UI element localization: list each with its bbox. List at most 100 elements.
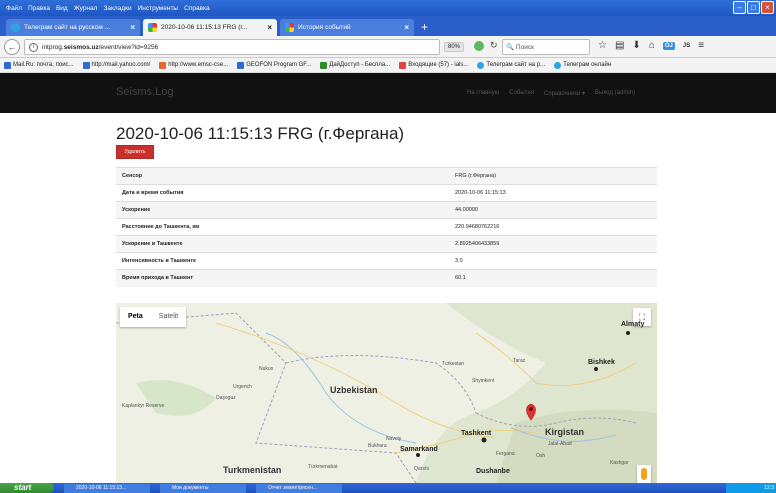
bookmark-gmail[interactable]: Входящие (57) - ials... (399, 61, 469, 69)
bookmark-label: http://www.emsc-cse... (168, 62, 229, 68)
event-map[interactable]: Peta Satelit ⛶ Uzbekistan Turkmenistan K… (116, 303, 657, 483)
telegram-icon (554, 61, 562, 69)
map-type-map[interactable]: Peta (120, 307, 151, 327)
back-button[interactable]: ← (4, 39, 20, 55)
extension-oj-icon[interactable]: OJ (662, 41, 675, 50)
star-icon[interactable]: ☆ (598, 40, 607, 51)
home-icon[interactable]: ⌂ (649, 40, 655, 51)
map-type-satellite[interactable]: Satelit (151, 307, 186, 327)
tab-close-icon[interactable]: × (130, 23, 135, 32)
table-row: Расстояние до Ташкента, км 220.9468076221… (116, 218, 657, 236)
tab-history[interactable]: История событий × (280, 19, 414, 36)
clock: 12:3 (764, 485, 774, 491)
menu-bookmarks[interactable]: Закладки (103, 5, 131, 12)
bookmark-telegram-online[interactable]: Телеграм онлайн (554, 61, 612, 69)
row-value: 2020-10-06 11:15:13 (449, 184, 657, 202)
menu-history[interactable]: Журнал (74, 5, 98, 12)
site-brand[interactable]: Seisms.Log (116, 86, 173, 98)
menu-tools[interactable]: Инструменты (138, 5, 179, 12)
taskbar-item-report[interactable]: Отчет землетрясен... (256, 483, 342, 493)
telegram-icon (11, 23, 20, 32)
bookmark-telegram-site[interactable]: Телеграм сайт на р... (477, 61, 545, 69)
close-window-icon[interactable]: × (761, 1, 774, 14)
nav-events[interactable]: События (509, 90, 534, 97)
start-button[interactable]: start (0, 483, 54, 493)
search-input[interactable]: 🔍 Поиск (502, 39, 590, 55)
row-value: 2.8925406433859 (449, 235, 657, 253)
tab-telegram[interactable]: Телеграм сайт на русском ... × (6, 19, 140, 36)
mail-icon (82, 61, 90, 69)
row-key: Время прихода в Ташкент (116, 269, 449, 287)
row-value: 60.1 (449, 269, 657, 287)
extension-js-icon[interactable]: JS (683, 43, 690, 49)
map-label-tashkent: Tashkent (461, 430, 492, 437)
menu-edit[interactable]: Правка (28, 5, 50, 12)
bookmark-daydostup[interactable]: ДайДоступ - Беспла... (320, 61, 391, 69)
bookmark-mailru[interactable]: Mail.Ru: почта, поис... (4, 61, 74, 69)
bookmark-label: Входящие (57) - ials... (408, 62, 469, 68)
menu-help[interactable]: Справка (184, 5, 210, 12)
delete-button[interactable]: Удалить (116, 145, 154, 159)
row-value: FRG (г.Фергана) (449, 167, 657, 185)
map-label-turkestan: Turkestan (442, 361, 465, 367)
table-row: Ускорение 44.00000 (116, 201, 657, 219)
map-label-dushanbe: Dushanbe (476, 468, 510, 475)
nav-references[interactable]: Справочники ▾ (544, 90, 585, 97)
nav-logout[interactable]: Выход (admin) (595, 90, 635, 97)
row-key: Ускорение (116, 201, 449, 219)
tab-event[interactable]: 2020-10-06 11:15:13 FRG (г... × (143, 19, 277, 36)
tab-label: Телеграм сайт на русском ... (24, 24, 111, 31)
map-label-dasoguz: Daşoguz (216, 395, 236, 401)
info-icon[interactable]: i (29, 42, 38, 52)
city-bishkek-dot (594, 367, 598, 371)
url-input[interactable]: i intprog. seismos.uz/event/view?id=9256 (24, 39, 440, 55)
bookmark-yahoo[interactable]: http://mail.yahoo.com/ (82, 61, 150, 69)
row-key: Интенсивность в Ташкенте (116, 252, 449, 270)
site-nav-links: На главную События Справочники ▾ Выход (… (467, 90, 635, 97)
bookmark-label: GEOFON Program GF... (246, 62, 312, 68)
map-label-taraz: Taraz (513, 358, 526, 364)
menu-icon[interactable]: ≡ (698, 40, 704, 51)
mailru-icon (4, 61, 11, 69)
nav-home[interactable]: На главную (467, 90, 499, 97)
reload-icon[interactable]: ↻ (490, 40, 498, 51)
menu-view[interactable]: Вид (56, 5, 68, 12)
map-label-samarkand: Samarkand (400, 446, 438, 453)
map-label-bishkek: Bishkek (588, 359, 615, 366)
bookmark-label: Телеграм онлайн (563, 62, 612, 68)
browser-menu-bar: Файл Правка Вид Журнал Закладки Инструме… (0, 0, 776, 16)
tab-close-icon[interactable]: × (404, 23, 409, 32)
minimize-icon[interactable]: – (733, 1, 746, 14)
bookmark-emsc[interactable]: http://www.emsc-cse... (159, 61, 229, 69)
bookmarks-bar: Mail.Ru: почта, поис... http://mail.yaho… (0, 58, 776, 73)
zoom-level[interactable]: 80% (444, 42, 465, 52)
search-placeholder: Поиск (515, 43, 534, 51)
city-almaty-dot (626, 331, 630, 335)
table-row: Время прихода в Ташкент 60.1 (116, 269, 657, 287)
download-icon[interactable]: ⬇ (632, 40, 640, 51)
row-key: Дата и время события (116, 184, 449, 202)
map-label-nukus: Nukus (259, 366, 274, 372)
street-view-icon[interactable] (637, 465, 651, 483)
map-label-kirgistan: Kirgistan (545, 427, 585, 437)
table-row: Дата и время события 2020-10-06 11:15:13 (116, 184, 657, 202)
menu-file[interactable]: Файл (6, 5, 22, 12)
row-value: 220.94680762216 (449, 218, 657, 236)
new-tab-button[interactable]: + (421, 19, 428, 36)
shield-icon[interactable] (474, 41, 484, 51)
map-label-urgench: Urgench (233, 384, 252, 390)
city-samarkand-dot (416, 453, 420, 457)
map-label-kashgar: Kashgar (610, 460, 629, 466)
gmail-icon (399, 61, 407, 69)
bookmark-geofon[interactable]: GEOFON Program GF... (237, 61, 312, 69)
map-label-jalalabad: Jalal-Abad (548, 441, 572, 447)
table-row: Ускорение в Ташкенте 2.8925406433859 (116, 235, 657, 253)
tab-close-icon[interactable]: × (267, 23, 272, 32)
map-label-turkmenabat: Türkmenabat (308, 464, 338, 470)
map-type-toggle: Peta Satelit (120, 307, 187, 327)
bookmark-label: ДайДоступ - Беспла... (329, 62, 391, 68)
taskbar-item-browser[interactable]: 2020-10-06 11:15:13... (64, 483, 150, 493)
clipboard-icon[interactable]: ▤ (615, 40, 624, 51)
taskbar-item-documents[interactable]: Мои документы (160, 483, 246, 493)
maximize-icon[interactable]: □ (747, 1, 760, 14)
